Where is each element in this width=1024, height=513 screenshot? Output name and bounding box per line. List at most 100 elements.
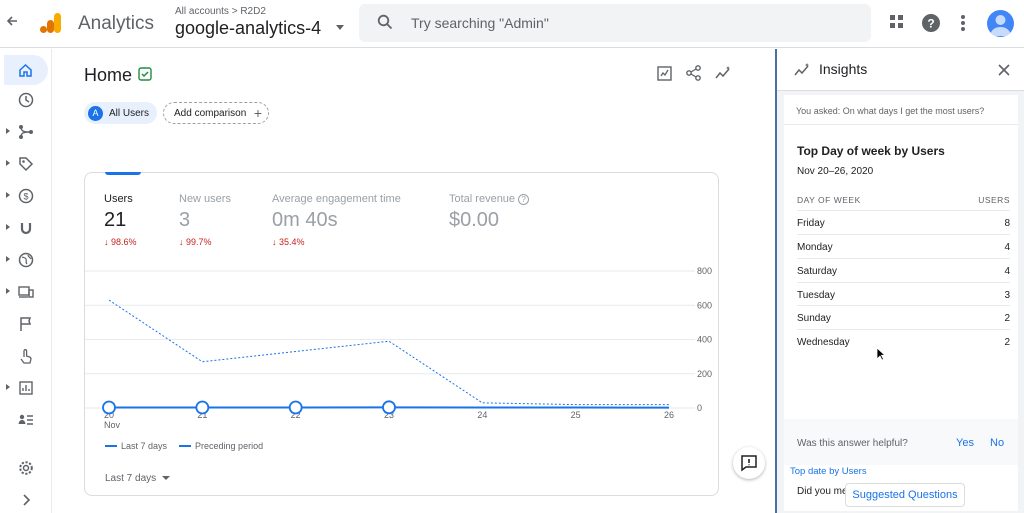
suggested-questions-button[interactable]: Suggested Questions	[845, 483, 965, 507]
expand-caret-icon[interactable]	[6, 192, 10, 198]
nav-engagement-touch[interactable]	[14, 345, 38, 367]
metric-label: Users	[104, 193, 133, 205]
close-icon[interactable]	[997, 63, 1011, 77]
devices-icon	[18, 286, 34, 298]
helpful-feedback: Was this answer helpful? Yes No	[784, 419, 1018, 465]
app-name: Analytics	[78, 13, 155, 34]
expand-caret-icon[interactable]	[6, 160, 10, 166]
help-icon[interactable]: ?	[921, 13, 943, 35]
home-icon	[19, 63, 32, 77]
column-header: USERS	[978, 195, 1010, 205]
nav-realtime[interactable]	[14, 89, 38, 111]
back-arrow-icon[interactable]	[4, 14, 20, 32]
answer-title: Top Day of week by Users	[797, 144, 945, 158]
expand-caret-icon[interactable]	[6, 384, 10, 390]
nav-expand[interactable]	[14, 489, 38, 511]
metric-new-users[interactable]: New users 3 ↓ 99.7%	[179, 193, 231, 247]
column-header: DAY OF WEEK	[797, 195, 861, 205]
down-arrow-icon: ↓	[104, 237, 112, 247]
help-circle-icon[interactable]: ?	[518, 194, 530, 205]
expand-caret-icon[interactable]	[6, 128, 10, 134]
table-row: Wednesday 2	[797, 329, 1010, 353]
top-app-bar: Analytics All accounts > R2D2 google-ana…	[0, 0, 1024, 48]
metric-delta: ↓ 35.4%	[272, 237, 305, 247]
x-tick-label: 24	[477, 410, 487, 420]
nav-advertising[interactable]	[14, 153, 38, 175]
legend-label: Preceding period	[195, 441, 264, 451]
data-point	[382, 400, 396, 415]
dollar-icon: $	[18, 188, 34, 204]
chart-legend: Last 7 days Preceding period	[105, 441, 263, 451]
answer-date-range: Nov 20–26, 2020	[797, 166, 874, 177]
account-avatar[interactable]	[987, 10, 1014, 37]
nav-home[interactable]	[4, 55, 48, 85]
metric-value: 0m 40s	[272, 209, 338, 231]
flag-icon	[20, 317, 32, 331]
legend-label: Last 7 days	[121, 441, 168, 451]
table-row: Monday 4	[797, 234, 1010, 258]
metric-value: 21	[104, 209, 127, 231]
date-range-selector[interactable]: Last 7 days	[105, 473, 171, 484]
comparison-chip-all-users[interactable]: A All Users	[84, 102, 158, 124]
add-comparison-button[interactable]: Add comparison +	[163, 102, 269, 124]
nav-audience[interactable]	[14, 409, 38, 431]
nav-acquisition[interactable]	[14, 121, 38, 143]
report-icon	[19, 381, 33, 395]
insights-icon[interactable]	[714, 64, 734, 84]
nav-monetization[interactable]: $	[14, 185, 38, 207]
gear-icon	[19, 461, 33, 475]
expand-caret-icon[interactable]	[6, 288, 10, 294]
search-bar[interactable]: Try searching "Admin"	[359, 4, 871, 42]
main-content: Home A All Users Add comparison + Users …	[53, 49, 775, 513]
insights-icon	[794, 63, 809, 76]
table-row: Friday 8	[797, 210, 1010, 234]
globe-icon	[18, 252, 34, 268]
insights-title: Insights	[819, 61, 868, 77]
table-row: Saturday 4	[797, 258, 1010, 282]
y-tick-label: 600	[697, 300, 712, 310]
nav-demographics[interactable]	[14, 249, 38, 271]
yes-button[interactable]: Yes	[956, 437, 974, 449]
metric-avg-engagement[interactable]: Average engagement time 0m 40s ↓ 35.4%	[272, 193, 401, 247]
metric-users[interactable]: Users 21 ↓ 98.6%	[104, 193, 137, 247]
nav-tech[interactable]	[14, 281, 38, 303]
x-sub-label: Nov	[104, 420, 121, 430]
y-tick-label: 0	[697, 403, 702, 413]
add-comparison-label: Add comparison	[174, 107, 247, 119]
did-you-mean-link[interactable]: Top date by Users	[790, 466, 867, 477]
chevron-right-icon	[23, 494, 31, 506]
touch-icon	[20, 349, 32, 364]
feedback-icon	[741, 455, 757, 472]
answer-table-header: DAY OF WEEK USERS	[797, 195, 1010, 205]
metric-label: Total revenue ?	[449, 193, 530, 205]
x-tick-label: 26	[664, 410, 674, 420]
expand-caret-icon[interactable]	[6, 224, 10, 230]
metric-delta: ↓ 98.6%	[104, 237, 137, 247]
nav-events[interactable]	[14, 313, 38, 335]
nav-library[interactable]	[14, 377, 38, 399]
apps-grid-icon[interactable]	[888, 13, 910, 35]
y-tick-label: 400	[697, 335, 712, 345]
share-icon[interactable]	[685, 64, 705, 84]
expand-caret-icon[interactable]	[6, 256, 10, 262]
nav-engagement[interactable]	[14, 217, 38, 239]
search-input[interactable]: Try searching "Admin"	[411, 15, 549, 31]
property-selector[interactable]: google-analytics-4	[175, 18, 321, 39]
feedback-button[interactable]	[733, 447, 765, 479]
more-vert-icon[interactable]	[958, 13, 980, 35]
metric-total-revenue[interactable]: Total revenue ? $0.00	[449, 193, 530, 232]
users-line-chart: 020040060080020 21 22 23 24 25 26Nov	[85, 266, 712, 430]
verified-check-icon	[138, 67, 152, 86]
legend-dashed-swatch	[179, 445, 192, 447]
metric-value: $0.00	[449, 209, 500, 231]
insights-header: Insights	[777, 49, 1024, 91]
legend-solid-swatch	[105, 445, 117, 447]
no-button[interactable]: No	[990, 437, 1004, 449]
plus-icon: +	[253, 105, 262, 121]
chip-letter-badge: A	[88, 105, 103, 121]
nav-settings[interactable]	[14, 457, 38, 479]
table-row: Tuesday 3	[797, 282, 1010, 306]
chevron-down-icon[interactable]	[336, 25, 344, 30]
customize-report-icon[interactable]	[656, 64, 676, 84]
account-breadcrumb[interactable]: All accounts > R2D2	[175, 6, 266, 17]
